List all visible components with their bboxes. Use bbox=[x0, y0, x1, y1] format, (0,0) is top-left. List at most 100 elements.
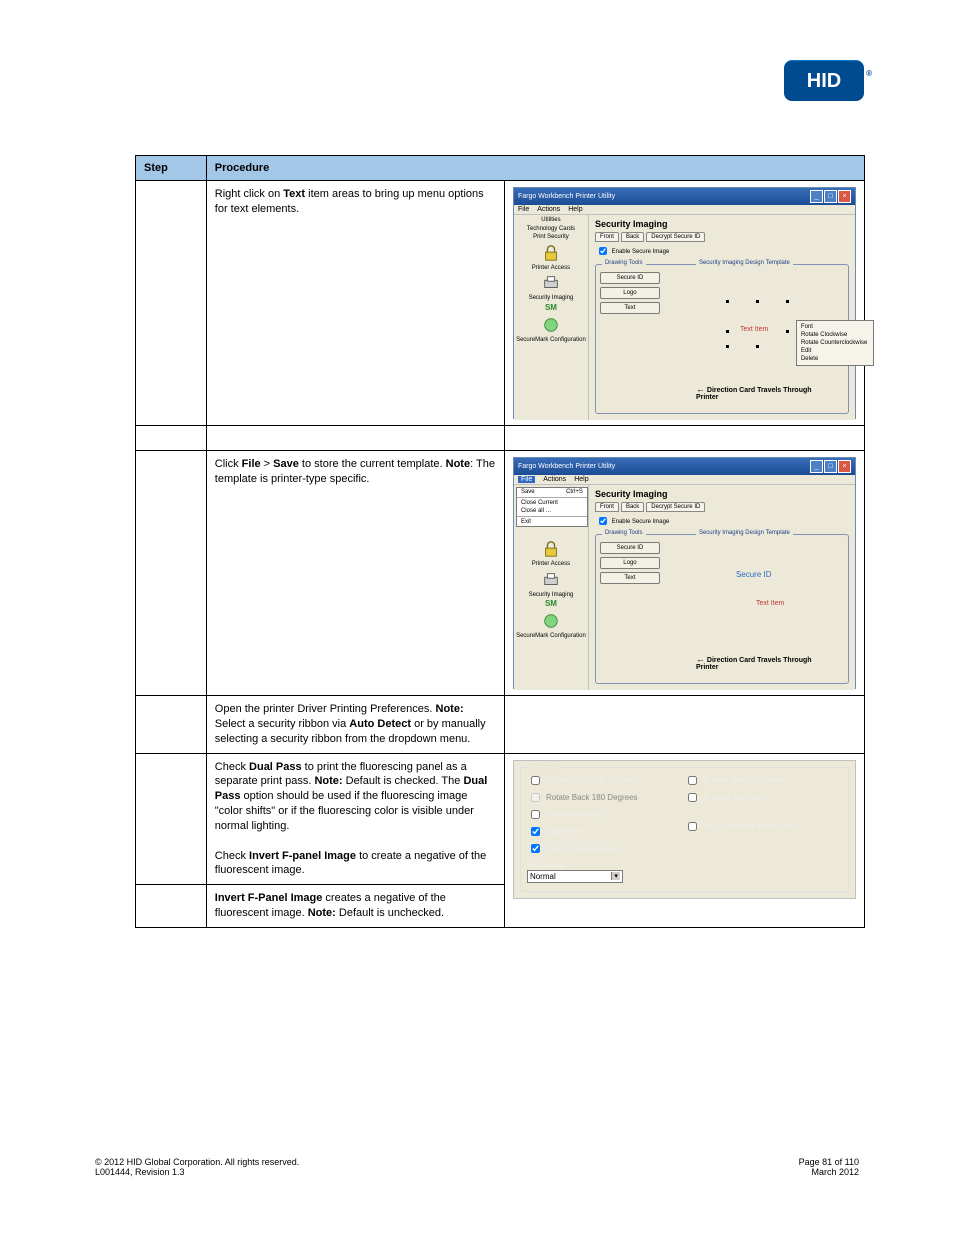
window-controls: _ □ × bbox=[810, 460, 851, 473]
enable-secure-image[interactable]: Enable Secure Image bbox=[595, 519, 669, 525]
step-10: 10 bbox=[136, 753, 207, 885]
window-title: Fargo Workbench Printer Utility _ □ × bbox=[514, 458, 855, 475]
file-exit[interactable]: Exit bbox=[517, 518, 587, 526]
direction-text: Direction Card Travels Through Printer bbox=[696, 387, 812, 401]
sb-utilities[interactable]: Utilities bbox=[541, 217, 560, 224]
minimize-icon[interactable]: _ bbox=[810, 190, 823, 203]
chevron-down-icon: ▾ bbox=[611, 872, 620, 880]
text-bold: Save bbox=[273, 458, 299, 470]
file-dropdown[interactable]: SaveCtrl+S Close Current Close all … Exi… bbox=[516, 487, 588, 527]
secure-id-button[interactable]: Secure ID bbox=[600, 272, 660, 284]
text: Default is unchecked. bbox=[336, 907, 444, 919]
tab-front[interactable]: Front bbox=[595, 232, 619, 242]
text-item-label: Text Item bbox=[756, 600, 784, 607]
logo-button[interactable]: Logo bbox=[600, 557, 660, 569]
proc-11: Invert F-Panel Image creates a negative … bbox=[206, 885, 504, 928]
text: > bbox=[261, 458, 274, 470]
copyright: © 2012 HID Global Corporation. All right… bbox=[95, 1157, 299, 1167]
text-button[interactable]: Text bbox=[600, 302, 660, 314]
tab-front[interactable]: Front bbox=[595, 502, 619, 512]
close-icon[interactable]: × bbox=[838, 460, 851, 473]
proc-7: Right click on Text item areas to bring … bbox=[206, 181, 504, 426]
select-value: Normal bbox=[530, 872, 556, 881]
logo-button[interactable]: Logo bbox=[600, 287, 660, 299]
ctx-edit[interactable]: Edit bbox=[799, 347, 871, 355]
chk-label: Enable Secure Image bbox=[612, 519, 670, 525]
menubar: File Actions Help bbox=[514, 205, 855, 215]
opt-invert-fpanel[interactable]: Invert F-panel Image bbox=[527, 840, 685, 857]
text: Click bbox=[215, 458, 242, 470]
menu-help[interactable]: Help bbox=[568, 206, 582, 213]
sb-tech-cards[interactable]: Technology Cards bbox=[527, 226, 575, 233]
text-button[interactable]: Text bbox=[600, 572, 660, 584]
direction-text: Direction Card Travels Through Printer bbox=[696, 657, 812, 671]
ctx-delete[interactable]: Delete bbox=[799, 355, 871, 363]
context-menu[interactable]: Font Rotate Clockwise Rotate Countercloc… bbox=[796, 320, 874, 366]
text: to store the current template. bbox=[299, 458, 446, 470]
minimize-icon[interactable]: _ bbox=[810, 460, 823, 473]
opt-use-substitute[interactable]: Use Substitute Panel Data bbox=[684, 818, 842, 835]
step-procedure-table: Step Procedure 7 Right click on Text ite… bbox=[135, 155, 865, 928]
lock-icon bbox=[542, 244, 560, 262]
header-procedure: Procedure bbox=[206, 156, 864, 181]
maximize-icon[interactable]: □ bbox=[824, 190, 837, 203]
menu-help[interactable]: Help bbox=[574, 476, 588, 483]
ctx-rotate-ccw[interactable]: Rotate Counterclockwise bbox=[799, 339, 871, 347]
tab-back[interactable]: Back bbox=[621, 232, 644, 242]
sb-securemark[interactable]: SecureMark Configuration bbox=[516, 337, 586, 344]
proc-9: Open the printer Driver Printing Prefere… bbox=[206, 696, 504, 754]
file-close-all[interactable]: Close all … bbox=[517, 507, 587, 515]
sb-security-imaging[interactable]: Security Imaging bbox=[529, 592, 574, 599]
opt-disable-printing[interactable]: Disable Printing bbox=[527, 806, 685, 823]
date: March 2012 bbox=[799, 1167, 859, 1177]
close-icon[interactable]: × bbox=[838, 190, 851, 203]
menu-actions[interactable]: Actions bbox=[543, 476, 566, 483]
print-mode-label: Print Mode bbox=[527, 861, 842, 870]
tab-decrypt[interactable]: Decrypt Secure ID bbox=[646, 502, 705, 512]
hid-logo: HID bbox=[784, 60, 864, 101]
page-number: Page 81 of 110 bbox=[799, 1157, 859, 1167]
tab-back[interactable]: Back bbox=[621, 502, 644, 512]
opt-encrypt-job[interactable]: Encrypt Job Data bbox=[684, 789, 842, 806]
text: Select a security ribbon via bbox=[215, 718, 350, 730]
text-bold: Invert F-Panel Image bbox=[215, 892, 323, 904]
text-bold: Auto Detect bbox=[349, 718, 411, 730]
text: Right click on bbox=[215, 188, 283, 200]
text: option should be used if the fluorescing… bbox=[215, 790, 474, 832]
sb-print-security[interactable]: Print Security bbox=[533, 234, 569, 241]
menu-actions[interactable]: Actions bbox=[537, 206, 560, 213]
sb-securemark[interactable]: SecureMark Configuration bbox=[516, 633, 586, 640]
design-template-area[interactable]: Secure ID Text Item ← Direction Card Tra… bbox=[696, 560, 842, 677]
opt-enable-resin[interactable]: Enable Resin Scramble bbox=[684, 772, 842, 789]
file-close-current[interactable]: Close Current bbox=[517, 499, 587, 507]
window-controls: _ □ × bbox=[810, 190, 851, 203]
design-template-area[interactable]: Text Item Font Rotate Clockwise Rotate C… bbox=[696, 290, 842, 407]
footer-right: Page 81 of 110 March 2012 bbox=[799, 1157, 859, 1177]
proc-10: Check Dual Pass to print the fluorescing… bbox=[206, 753, 504, 885]
proc-8: Click File > Save to store the current t… bbox=[206, 451, 504, 696]
ctx-font[interactable]: Font bbox=[799, 323, 871, 331]
sb-security-imaging[interactable]: Security Imaging bbox=[529, 295, 574, 302]
template-legend: Security Imaging Design Template bbox=[696, 530, 793, 536]
enable-secure-image[interactable]: Enable Secure Image bbox=[595, 249, 669, 255]
text-item-label: Text Item bbox=[740, 326, 768, 333]
menu-file-open[interactable]: File bbox=[518, 476, 535, 483]
secure-id-button[interactable]: Secure ID bbox=[600, 542, 660, 554]
text: Default is checked. The bbox=[343, 775, 464, 787]
opt-rotate-front[interactable]: Rotate Front 180 Degrees bbox=[527, 772, 685, 789]
opt-dual-pass[interactable]: Dual Pass bbox=[527, 823, 685, 840]
sb-printer-access[interactable]: Printer Access bbox=[532, 265, 570, 272]
sb-printer-access[interactable]: Printer Access bbox=[532, 561, 570, 568]
screenshot-10-11: Options Rotate Front 180 Degrees Rotate … bbox=[504, 753, 864, 927]
title-text: Fargo Workbench Printer Utility bbox=[518, 463, 615, 470]
tab-decrypt[interactable]: Decrypt Secure ID bbox=[646, 232, 705, 242]
content-title: Security Imaging bbox=[595, 489, 849, 499]
file-save[interactable]: SaveCtrl+S bbox=[517, 488, 587, 496]
print-mode-select[interactable]: Normal ▾ bbox=[527, 870, 623, 883]
ctx-rotate-cw[interactable]: Rotate Clockwise bbox=[799, 331, 871, 339]
maximize-icon[interactable]: □ bbox=[824, 460, 837, 473]
screenshot-9 bbox=[504, 696, 864, 754]
blank-shot bbox=[504, 426, 864, 451]
menu-file[interactable]: File bbox=[518, 206, 529, 213]
step-7: 7 bbox=[136, 181, 207, 426]
